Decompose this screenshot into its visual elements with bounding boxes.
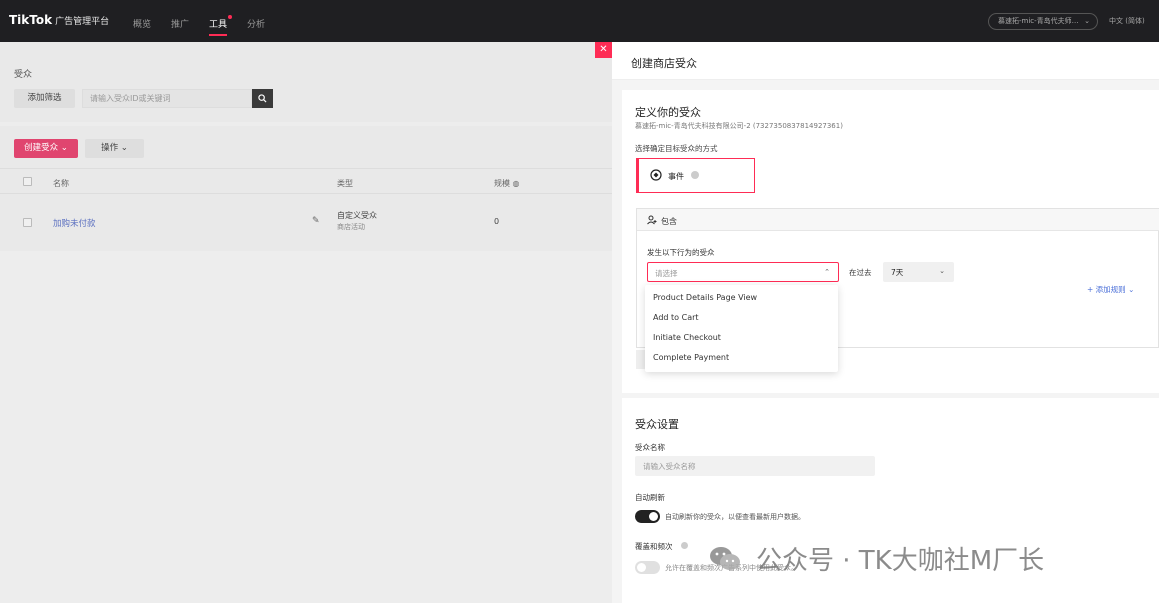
close-icon: ✕	[599, 44, 608, 55]
select-all-checkbox[interactable]	[23, 177, 32, 186]
chevron-down-icon: ⌄	[939, 267, 945, 275]
auto-refresh-toggle[interactable]	[635, 510, 660, 523]
tiktok-logo[interactable]: TikTok 广告管理平台	[9, 13, 109, 27]
top-nav-bar: TikTok 广告管理平台 概览 推广 工具 分析 慕速拓-mic-青岛代夫师… ⌄…	[0, 0, 1159, 42]
main-nav: 概览 推广 工具 分析	[133, 15, 285, 36]
column-size: 规模 ◍	[494, 179, 520, 188]
account-selector[interactable]: 慕速拓-mic-青岛代夫师… ⌄	[988, 13, 1098, 30]
auto-refresh-description: 自动刷新你的受众，以便查看最新用户数据。	[665, 513, 805, 521]
user-icon	[647, 215, 657, 225]
watermark: 公众号 · TK大咖社M厂长	[708, 540, 1044, 577]
menu-item-add-to-cart[interactable]: Add to Cart	[653, 313, 699, 322]
event-dropdown-menu: Product Details Page View Add to Cart In…	[645, 285, 838, 372]
chevron-up-icon: ⌃	[824, 268, 830, 276]
nav-tools[interactable]: 工具	[209, 15, 233, 36]
audience-type: 自定义受众	[337, 211, 377, 220]
info-icon	[691, 171, 699, 179]
define-title: 定义你的受众	[635, 106, 701, 119]
search-button[interactable]	[252, 89, 273, 108]
close-drawer-button[interactable]: ✕	[595, 42, 612, 58]
language-selector[interactable]: 中文 (简体)	[1109, 16, 1145, 26]
drawer-header: 创建商店受众	[612, 42, 1159, 80]
table-row: 加购未付款 ✎ 自定义受众 商店活动 0	[0, 194, 612, 250]
search-input[interactable]: 请输入受众ID或关键词	[82, 89, 252, 108]
row-checkbox[interactable]	[23, 218, 32, 227]
filter-panel: 受众 添加筛选 请输入受众ID或关键词	[0, 42, 612, 122]
days-select[interactable]: 7天 ⌄	[883, 262, 954, 282]
column-type: 类型	[337, 179, 353, 188]
edit-icon[interactable]: ✎	[312, 216, 320, 226]
nav-analytics[interactable]: 分析	[247, 17, 265, 30]
drawer-title: 创建商店受众	[631, 57, 697, 70]
nav-overview[interactable]: 概览	[133, 17, 151, 30]
chevron-down-icon: ⌄	[120, 143, 128, 153]
table-header: 名称 类型 规模 ◍	[0, 168, 612, 194]
event-select[interactable]: 请选择 ⌃	[647, 262, 839, 282]
audience-subtype: 商店活动	[337, 223, 365, 231]
info-icon	[681, 542, 688, 549]
method-label: 选择确定目标受众的方式	[635, 144, 718, 153]
nav-campaign[interactable]: 推广	[171, 17, 189, 30]
menu-item-product-details[interactable]: Product Details Page View	[653, 293, 757, 302]
audience-list-page: 受众 添加筛选 请输入受众ID或关键词 创建受众 ⌄ 操作 ⌄ 名称 类型 规模…	[0, 42, 612, 603]
coverage-label: 覆盖和频次	[635, 542, 673, 551]
add-filter-button[interactable]: 添加筛选	[14, 89, 75, 108]
menu-item-initiate-checkout[interactable]: Initiate Checkout	[653, 333, 721, 342]
menu-item-complete-payment[interactable]: Complete Payment	[653, 353, 729, 362]
condition-label: 发生以下行为的受众	[647, 248, 715, 257]
auto-refresh-label: 自动刷新	[635, 493, 665, 502]
chevron-down-icon: ⌄	[60, 143, 68, 153]
chevron-down-icon: ⌄	[1128, 285, 1135, 294]
audience-size: 0	[494, 217, 500, 226]
audience-table-panel: 创建受众 ⌄ 操作 ⌄ 名称 类型 规模 ◍ 加购未付款 ✎ 自定义受众 商店活…	[0, 126, 612, 251]
settings-title: 受众设置	[635, 418, 679, 431]
account-subtitle: 慕速拓-mic-青岛代夫科技有限公司-2 (732735083781492736…	[635, 122, 843, 130]
notification-dot	[228, 15, 233, 19]
page-title: 受众	[14, 70, 33, 80]
add-rule-link[interactable]: + 添加规则 ⌄	[1087, 284, 1134, 295]
column-name: 名称	[53, 179, 69, 188]
search-icon	[258, 94, 267, 103]
in-past-label: 在过去	[849, 268, 872, 277]
audience-name-input[interactable]: 请输入受众名称	[635, 456, 875, 476]
operations-button[interactable]: 操作 ⌄	[85, 139, 144, 158]
event-icon	[650, 169, 662, 181]
event-option-card[interactable]: 事件	[636, 158, 755, 193]
wechat-icon	[708, 545, 742, 573]
audience-name-label: 受众名称	[635, 443, 665, 452]
info-icon: ◍	[512, 179, 520, 188]
create-audience-button[interactable]: 创建受众 ⌄	[14, 139, 78, 158]
coverage-toggle[interactable]	[635, 561, 660, 574]
include-header: 包含	[637, 209, 1159, 231]
chevron-down-icon: ⌄	[1084, 17, 1090, 25]
audience-name-link[interactable]: 加购未付款	[53, 217, 96, 229]
